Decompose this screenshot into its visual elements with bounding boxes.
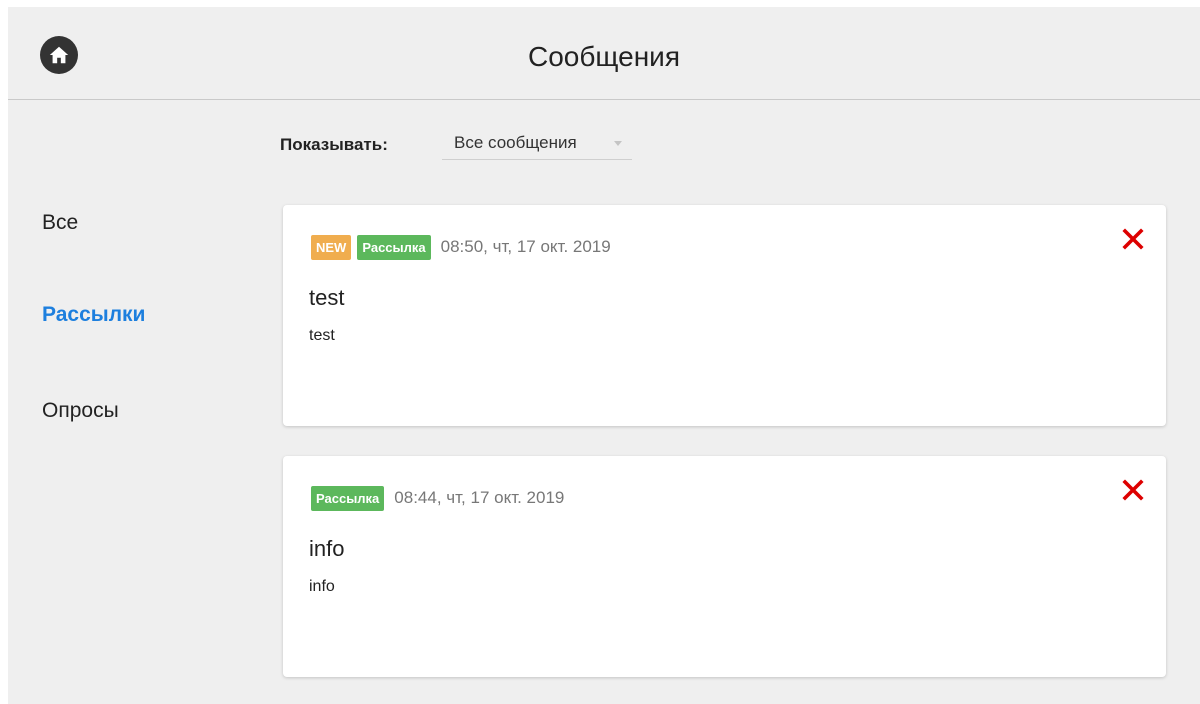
page-title: Сообщения xyxy=(528,41,680,72)
sidebar-item-all[interactable]: Все xyxy=(42,211,78,235)
filter-dropdown[interactable]: Все сообщения xyxy=(442,131,632,160)
message-meta: Рассылка 08:44, чт, 17 окт. 2019 xyxy=(311,484,564,512)
delete-message-button[interactable] xyxy=(1122,228,1144,250)
message-date: 08:44, чт, 17 окт. 2019 xyxy=(394,488,565,507)
new-badge: NEW xyxy=(311,234,352,260)
close-icon xyxy=(1122,479,1144,501)
message-body: info xyxy=(309,578,335,595)
message-title: test xyxy=(309,285,345,310)
delete-message-button[interactable] xyxy=(1122,479,1144,501)
message-meta: NEW Рассылка 08:50, чт, 17 окт. 2019 xyxy=(311,233,611,261)
message-title: info xyxy=(309,536,345,561)
type-badge: Рассылка xyxy=(311,485,385,511)
filter-selected-value: Все сообщения xyxy=(454,133,577,152)
type-badge: Рассылка xyxy=(357,234,431,260)
message-card[interactable]: NEW Рассылка 08:50, чт, 17 окт. 2019 tes… xyxy=(283,205,1166,426)
sidebar-item-mailings[interactable]: Рассылки xyxy=(42,303,145,327)
sidebar-item-polls[interactable]: Опросы xyxy=(42,399,119,423)
filter-label: Показывать: xyxy=(280,135,388,154)
header-bar: Сообщения xyxy=(8,7,1200,100)
close-icon xyxy=(1122,228,1144,250)
dropdown-caret-icon xyxy=(614,141,622,146)
message-card[interactable]: Рассылка 08:44, чт, 17 окт. 2019 info in… xyxy=(283,456,1166,677)
message-body: test xyxy=(309,327,335,344)
message-date: 08:50, чт, 17 окт. 2019 xyxy=(440,237,611,256)
app-window: Сообщения Показывать: Все сообщения Все … xyxy=(8,7,1200,704)
